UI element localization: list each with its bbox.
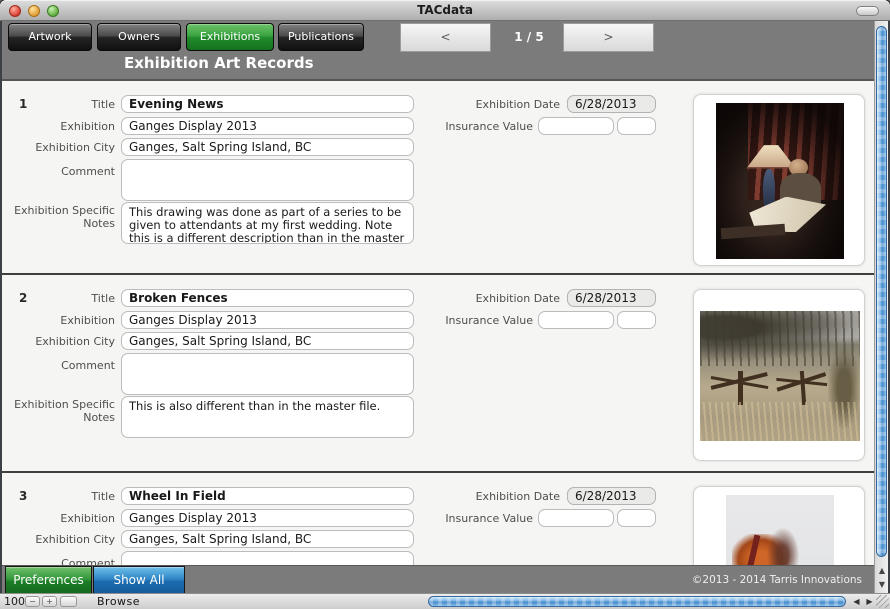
close-icon[interactable] [9,5,21,17]
insurance-value-field-2[interactable] [617,311,656,329]
title-field[interactable]: Broken Fences [121,289,414,307]
window-controls [9,5,59,17]
footer-bar: Preferences Show All ©2013 - 2014 Tarris… [2,565,874,594]
window-frame-left [0,21,2,593]
notes-label: Exhibition Specific Notes [14,204,115,230]
insurance-value-label: Insurance Value [445,314,533,327]
zoom-out-button[interactable]: − [25,596,40,607]
app-window: TACdata Artwork Owners Exhibitions Publi… [0,0,890,609]
title-label: Title [91,292,115,305]
preferences-button[interactable]: Preferences [5,566,92,594]
vertical-scrollbar-thumb[interactable] [876,26,887,557]
artwork-container-field[interactable] [693,94,865,266]
exhibition-date-label: Exhibition Date [475,292,560,305]
comment-label: Comment [61,165,115,178]
exhibition-label: Exhibition [60,512,115,525]
scroll-left-icon[interactable]: ◀ [850,596,863,608]
notes-field[interactable]: This drawing was done as part of a serie… [121,202,414,244]
zoom-window-icon[interactable] [47,5,59,17]
exhibition-city-field[interactable]: Ganges, Salt Spring Island, BC [121,332,414,350]
broken-gate-shape [775,369,829,406]
prev-record-button[interactable]: < [400,23,491,52]
title-bar[interactable]: TACdata [0,0,890,21]
artwork-thumbnail-broken-fences [700,311,860,441]
page-title: Exhibition Art Records [124,54,314,72]
tab-publications[interactable]: Publications [278,23,364,51]
grass-shape [700,402,860,441]
exhibition-field[interactable]: Ganges Display 2013 [121,311,414,329]
status-bar: 100 − + Browse ◀ ▶ [0,593,890,609]
insurance-value-field[interactable] [538,509,614,527]
exhibition-city-label: Exhibition City [35,335,115,348]
record-row-1: 1 Title Evening News Exhibition Ganges D… [2,81,874,275]
toolbar: Artwork Owners Exhibitions Publications … [2,21,874,81]
artwork-container-field[interactable] [693,486,865,565]
minimize-icon[interactable] [28,5,40,17]
title-label: Title [91,98,115,111]
comment-field[interactable] [121,353,414,395]
insurance-value-field-2[interactable] [617,509,656,527]
comment-label: Comment [61,557,115,565]
tree-shape [767,528,800,565]
exhibition-date-field[interactable]: 6/28/2013 [567,487,656,505]
exhibition-city-label: Exhibition City [35,141,115,154]
comment-label: Comment [61,359,115,372]
window-title: TACdata [417,3,473,17]
artwork-thumbnail-wheel-in-field [726,495,834,565]
zoom-level: 100 [4,595,25,608]
exhibition-city-field[interactable]: Ganges, Salt Spring Island, BC [121,138,414,156]
copyright-text: ©2013 - 2014 Tarris Innovations [691,574,862,586]
tab-owners[interactable]: Owners [97,23,181,51]
record-row-2: 2 Title Broken Fences Exhibition Ganges … [2,275,874,473]
exhibition-city-label: Exhibition City [35,533,115,546]
scroll-right-icon[interactable]: ▶ [863,596,876,608]
exhibition-field[interactable]: Ganges Display 2013 [121,509,414,527]
artwork-thumbnail-evening-news [716,103,844,259]
exhibition-date-label: Exhibition Date [475,98,560,111]
next-record-button[interactable]: > [563,23,654,52]
record-list: 1 Title Evening News Exhibition Ganges D… [2,81,874,565]
comment-field[interactable] [121,551,414,565]
insurance-value-field-2[interactable] [617,117,656,135]
record-counter: 1 / 5 [514,30,544,44]
exhibition-date-field[interactable]: 6/28/2013 [567,95,656,113]
exhibition-date-label: Exhibition Date [475,490,560,503]
tab-exhibitions[interactable]: Exhibitions [186,23,274,51]
tab-artwork[interactable]: Artwork [8,23,92,51]
exhibition-label: Exhibition [60,314,115,327]
status-toolbar-toggle-icon[interactable] [60,596,77,607]
horizontal-scrollbar-thumb[interactable] [428,596,846,607]
scroll-down-icon[interactable]: ▼ [875,578,889,591]
exhibition-field[interactable]: Ganges Display 2013 [121,117,414,135]
vertical-scrollbar[interactable]: ▲ ▼ [874,21,888,593]
zoom-in-button[interactable]: + [42,596,57,607]
title-field[interactable]: Wheel In Field [121,487,414,505]
artwork-container-field[interactable] [693,289,865,461]
comment-field[interactable] [121,159,414,201]
record-row-3: 3 Title Wheel In Field Exhibition Ganges… [2,473,874,565]
notes-field[interactable]: This is also different than in the maste… [121,396,414,438]
exhibition-label: Exhibition [60,120,115,133]
mode-popup[interactable]: Browse [97,595,140,608]
insurance-value-field[interactable] [538,311,614,329]
title-field[interactable]: Evening News [121,95,414,113]
insurance-value-field[interactable] [538,117,614,135]
show-all-button[interactable]: Show All [93,566,185,594]
title-label: Title [91,490,115,503]
insurance-value-label: Insurance Value [445,120,533,133]
toolbar-toggle-icon[interactable] [856,6,879,16]
notes-label: Exhibition Specific Notes [14,398,115,424]
insurance-value-label: Insurance Value [445,512,533,525]
exhibition-date-field[interactable]: 6/28/2013 [567,289,656,307]
scroll-up-icon[interactable]: ▲ [875,564,889,577]
exhibition-city-field[interactable]: Ganges, Salt Spring Island, BC [121,530,414,548]
resize-grip[interactable] [876,595,889,608]
broken-gate-shape [710,370,769,405]
